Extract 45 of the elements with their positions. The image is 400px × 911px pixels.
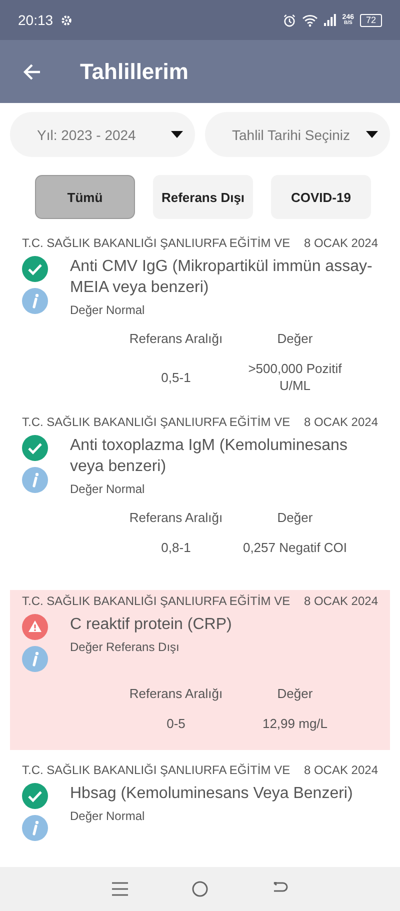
test-name: Anti toxoplazma IgM (Kemoluminesans veya benzeri) xyxy=(70,436,348,477)
column-header: Değer xyxy=(276,510,314,525)
back-button[interactable] xyxy=(22,62,42,82)
result-status: Değer Referans Dışı xyxy=(70,640,180,654)
result-status: Değer Normal xyxy=(70,809,146,823)
settings-icon xyxy=(61,14,72,26)
column-header: Değer xyxy=(276,686,314,701)
caret-icon xyxy=(171,131,183,138)
test-name: C reaktif protein (CRP) xyxy=(70,615,233,635)
signal-icon xyxy=(324,14,336,26)
clock-time: 20:13 xyxy=(18,12,54,28)
page-title: Tahlillerim xyxy=(80,58,188,84)
column-header: Değer xyxy=(276,331,314,346)
hospital-name: T.C. SAĞLIK BAKANLIĞI ŞANLIURFA EĞİTİM VE xyxy=(22,415,290,429)
caret-icon xyxy=(366,131,378,138)
hospital-name: T.C. SAĞLIK BAKANLIĞI ŞANLIURFA EĞİTİM VE xyxy=(22,236,290,250)
result-value: >500,000 Pozitif U/ML xyxy=(247,360,343,394)
result-value: 0,257 Negatif COI xyxy=(242,539,348,556)
filter-tab[interactable]: COVID-19 xyxy=(271,175,371,219)
battery-level: 72 xyxy=(360,14,382,26)
alarm-icon xyxy=(283,14,296,26)
filter-tab[interactable]: Referans Dışı xyxy=(153,175,253,219)
result-date: 8 OCAK 2024 xyxy=(304,763,378,777)
menu-icon[interactable] xyxy=(112,882,128,896)
hospital-name: T.C. SAĞLIK BAKANLIĞI ŞANLIURFA EĞİTİM VE xyxy=(22,594,290,608)
result-date: 8 OCAK 2024 xyxy=(304,236,378,250)
reference-range: 0,5-1 xyxy=(160,368,192,386)
reference-range: 0,8-1 xyxy=(160,539,192,556)
column-header: Referans Aralığı xyxy=(128,510,224,525)
result-status: Değer Normal xyxy=(70,303,146,317)
test-name: Anti CMV IgG (Mikropartikül immün assay-MEIA veya benzeri) xyxy=(70,257,374,298)
home-icon[interactable] xyxy=(192,881,208,897)
test-name: Hbsag (Kemoluminesans Veya Benzeri) xyxy=(70,784,354,804)
dropdown[interactable]: Yıl: 2023 - 2024 xyxy=(10,112,195,157)
result-date: 8 OCAK 2024 xyxy=(304,594,378,608)
column-header: Referans Aralığı xyxy=(128,686,224,701)
dropdown[interactable]: Tahlil Tarihi Seçiniz xyxy=(205,112,390,157)
result-value: 12,99 mg/L xyxy=(261,715,329,732)
result-status: Değer Normal xyxy=(70,482,146,496)
wifi-icon xyxy=(302,14,318,26)
reference-range: 0-5 xyxy=(166,715,186,732)
filter-tab[interactable]: Tümü xyxy=(35,175,135,219)
column-header: Referans Aralığı xyxy=(128,331,224,346)
hospital-name: T.C. SAĞLIK BAKANLIĞI ŞANLIURFA EĞİTİM VE xyxy=(22,763,290,777)
result-date: 8 OCAK 2024 xyxy=(304,415,378,429)
